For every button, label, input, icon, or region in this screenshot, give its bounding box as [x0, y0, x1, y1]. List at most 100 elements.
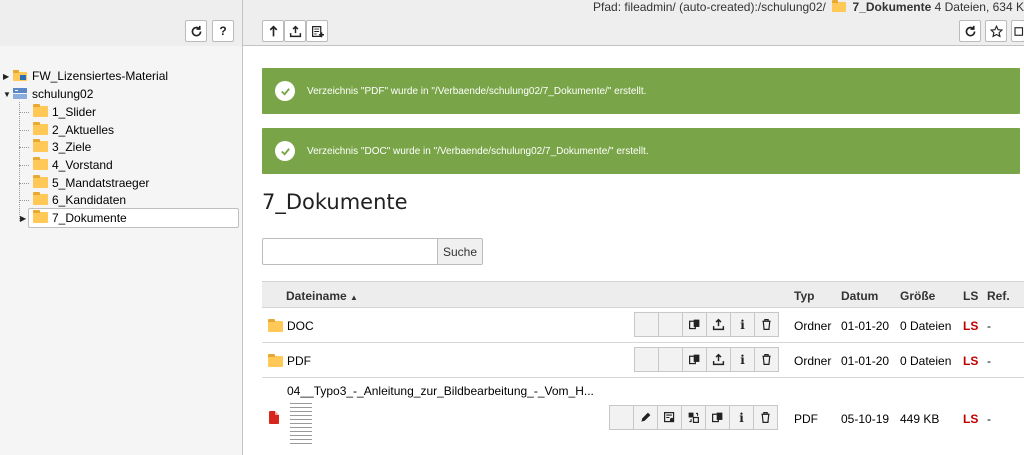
tree-item-label: 7_Dokumente: [52, 211, 127, 225]
file-thumbnail[interactable]: [290, 400, 312, 444]
localization-status[interactable]: LS: [963, 354, 978, 368]
bookmark-button[interactable]: [985, 20, 1007, 42]
file-date: 01-01-20: [841, 319, 890, 333]
search-button[interactable]: Suche: [437, 238, 483, 265]
trash-icon: [762, 354, 771, 365]
tree-item-label: 1_Slider: [52, 105, 97, 119]
replace-icon: [688, 412, 699, 423]
file-name[interactable]: 04__Typo3_-_Anleitung_zur_Bildbearbeitun…: [287, 384, 594, 398]
tree-item-label: 5_Mandatstraeger: [52, 176, 150, 190]
upload-icon: [289, 25, 301, 37]
refresh-icon: [191, 25, 201, 36]
info-button[interactable]: i: [730, 347, 755, 372]
reload-button[interactable]: [959, 20, 981, 42]
table-row[interactable]: 04__Typo3_-_Anleitung_zur_Bildbearbeitun…: [262, 378, 1024, 455]
table-header: Dateiname ▲ Typ Datum Größe LS Ref.: [262, 281, 1024, 308]
folder-icon: [33, 139, 48, 152]
row-actions: i: [634, 312, 779, 337]
mount-folder-icon: [13, 70, 27, 81]
tree-item-7-dokumente[interactable]: ▶ 7_Dokumente: [20, 210, 127, 227]
collapse-arrow-icon[interactable]: ▼: [3, 86, 11, 103]
empty-action-slot: [609, 405, 634, 430]
tree-item-fw-lizensiertes-material[interactable]: ▶ FW_Lizensiertes-Material: [3, 68, 168, 85]
level-up-icon: [269, 24, 277, 36]
tree-item-label: 4_Vorstand: [52, 158, 113, 172]
tree-refresh-button[interactable]: [185, 20, 207, 42]
replace-button[interactable]: [681, 405, 706, 430]
tree-item-schulung02[interactable]: ▼ schulung02: [3, 86, 94, 103]
clipboard-icon: [712, 412, 723, 423]
upload-icon: [712, 353, 725, 366]
folder-summary: 4 Dateien, 634 K: [934, 0, 1024, 14]
trash-icon: [762, 319, 771, 330]
tree-connector: [19, 200, 29, 201]
new-file-button[interactable]: [306, 20, 328, 42]
localization-status[interactable]: LS: [963, 319, 978, 333]
search-input[interactable]: [262, 238, 438, 265]
more-button[interactable]: [1011, 20, 1024, 42]
table-row[interactable]: PDF i Ordner 01-01-20 0 Dateien LS -: [262, 343, 1024, 378]
tree-item-6-kandidaten[interactable]: 6_Kandidaten: [33, 192, 126, 209]
help-icon: ?: [219, 24, 227, 38]
file-type: Ordner: [794, 354, 832, 368]
expand-arrow-icon[interactable]: ▶: [20, 210, 26, 227]
file-size: 0 Dateien: [900, 354, 952, 368]
tree-item-label: 6_Kandidaten: [52, 193, 127, 207]
edit-metadata-button[interactable]: [657, 405, 682, 430]
delete-button[interactable]: [753, 405, 778, 430]
file-name[interactable]: PDF: [287, 354, 311, 368]
tree-connector: [19, 147, 29, 148]
file-size: 449 KB: [900, 412, 940, 426]
pdf-file-icon: [269, 411, 279, 424]
copy-button[interactable]: [705, 405, 730, 430]
upload-button[interactable]: [284, 20, 306, 42]
reference-count: -: [987, 354, 991, 368]
folder-icon: [832, 0, 847, 12]
folder-icon: [33, 122, 48, 135]
empty-action-slot: [634, 312, 659, 337]
tree-item-3-ziele[interactable]: 3_Ziele: [33, 139, 91, 156]
column-header-filename[interactable]: Dateiname ▲: [286, 289, 358, 303]
help-button[interactable]: ?: [212, 20, 234, 42]
tree-item-4-vorstand[interactable]: 4_Vorstand: [33, 157, 113, 174]
column-header-date[interactable]: Datum: [841, 289, 878, 303]
sort-ascending-icon: ▲: [350, 293, 358, 302]
clipboard-icon: [689, 354, 700, 365]
check-icon: [275, 141, 295, 161]
check-icon: [275, 81, 295, 101]
flash-message-success: Verzeichnis "PDF" wurde in "/Verbaende/s…: [262, 68, 1020, 114]
column-header-type[interactable]: Typ: [794, 289, 814, 303]
star-icon: [989, 24, 1003, 37]
tree-item-5-mandatstraeger[interactable]: 5_Mandatstraeger: [33, 175, 149, 192]
tree-item-2-aktuelles[interactable]: 2_Aktuelles: [33, 122, 114, 139]
reference-count: -: [987, 412, 991, 426]
delete-button[interactable]: [754, 312, 779, 337]
tree-item-label: 2_Aktuelles: [52, 123, 115, 137]
go-up-button[interactable]: [262, 20, 284, 42]
paste-button[interactable]: [682, 347, 707, 372]
storage-icon: [13, 88, 27, 99]
expand-arrow-icon[interactable]: ▶: [3, 68, 9, 85]
paste-button[interactable]: [682, 312, 707, 337]
info-button[interactable]: i: [729, 405, 754, 430]
localization-status[interactable]: LS: [963, 412, 978, 426]
upload-button[interactable]: [706, 347, 731, 372]
file-type: PDF: [794, 412, 818, 426]
delete-button[interactable]: [754, 347, 779, 372]
edit-button[interactable]: [633, 405, 658, 430]
new-document-icon: [311, 25, 324, 37]
folder-icon: [33, 210, 48, 223]
upload-icon: [712, 318, 725, 331]
upload-button[interactable]: [706, 312, 731, 337]
table-row[interactable]: DOC i Ordner 01-01-20 0 Dateien LS -: [262, 308, 1024, 343]
tree-item-label: schulung02: [32, 87, 94, 101]
flash-message-text: Verzeichnis "DOC" wurde in "/Verbaende/s…: [307, 145, 649, 157]
folder-icon: [268, 319, 283, 332]
file-name[interactable]: DOC: [287, 319, 314, 333]
file-list-module: Verzeichnis "PDF" wurde in "/Verbaende/s…: [244, 46, 1024, 455]
info-button[interactable]: i: [730, 312, 755, 337]
tree-connector: [19, 130, 29, 131]
info-icon: i: [739, 410, 744, 425]
tree-item-1-slider[interactable]: 1_Slider: [33, 104, 96, 121]
column-header-size[interactable]: Größe: [900, 289, 935, 303]
